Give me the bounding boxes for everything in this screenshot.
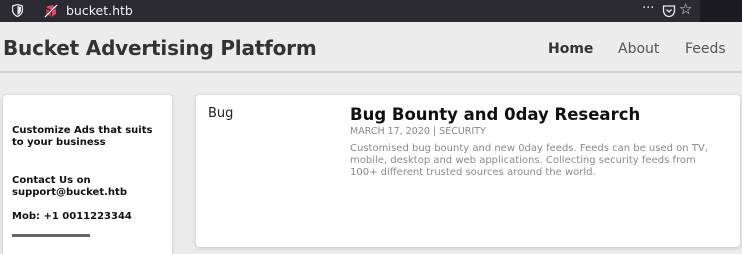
- sidebar-contact: Contact Us on support@bucket.htb: [12, 175, 127, 198]
- sidebar-tagline: Customize Ads that suits to your busines…: [12, 125, 153, 148]
- url-text[interactable]: bucket.htb: [66, 3, 133, 18]
- post-description: Customised bug bounty and new 0day feeds…: [350, 143, 708, 178]
- site-favicon-icon: [44, 4, 58, 18]
- nav-feeds-link[interactable]: Feeds: [685, 41, 726, 57]
- site-brand[interactable]: Bucket Advertising Platform: [3, 36, 317, 60]
- post-card: Bug Bug Bounty and 0day Research MARCH 1…: [196, 95, 740, 247]
- post-title[interactable]: Bug Bounty and 0day Research: [350, 105, 640, 124]
- post-meta: MARCH 17, 2020 | SECURITY: [350, 126, 486, 137]
- toolbar-edge: [700, 0, 742, 22]
- nav-home-link[interactable]: Home: [548, 41, 593, 57]
- nav-about-link[interactable]: About: [618, 41, 659, 57]
- site-header: Bucket Advertising Platform Home About F…: [0, 22, 742, 73]
- pocket-icon[interactable]: [662, 4, 676, 18]
- browser-url-bar: bucket.htb ··· ☆: [0, 0, 742, 22]
- shield-icon[interactable]: [12, 4, 23, 17]
- page-actions-icon[interactable]: ···: [642, 1, 654, 16]
- sidebar-card: Customize Ads that suits to your busines…: [3, 95, 172, 254]
- sidebar-divider: [12, 234, 90, 237]
- bookmark-star-icon[interactable]: ☆: [679, 0, 692, 18]
- post-category: Bug: [208, 106, 234, 121]
- sidebar-mobile: Mob: +1 0011223344: [12, 211, 132, 222]
